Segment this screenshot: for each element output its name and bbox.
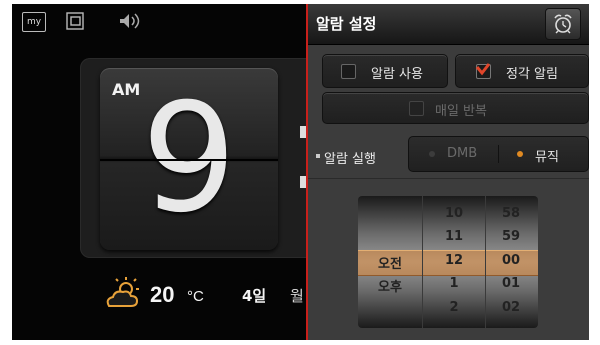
temperature: 20 <box>150 282 175 307</box>
speaker-icon[interactable] <box>118 12 142 30</box>
picker-item[interactable]: 12 <box>423 253 485 268</box>
partly-cloudy-icon <box>106 277 139 307</box>
picker-item[interactable]: 오전 <box>358 253 422 272</box>
bullet-icon <box>316 154 320 158</box>
hourly-alarm-checkbox[interactable] <box>475 63 491 79</box>
hourly-alarm-label: 정각 알림 <box>506 67 558 82</box>
checkmark-icon <box>475 63 491 76</box>
ampm-wheel[interactable]: 오전 오후 <box>358 196 422 328</box>
picker-item[interactable]: 02 <box>484 300 538 315</box>
hour-wheel[interactable]: 10 11 12 1 2 <box>422 196 486 328</box>
picker-item[interactable]: 오후 <box>358 276 422 295</box>
clock-area: my AM 9 20 °C 4일 월 <box>12 4 320 340</box>
screen: my AM 9 20 °C 4일 월 알람 설정 알람 사용 정각 알림 매일 … <box>12 4 589 340</box>
daily-repeat-checkbox[interactable] <box>409 101 424 116</box>
music-option[interactable]: 뮤직 <box>535 146 559 165</box>
flip-divider <box>100 159 278 161</box>
window-icon[interactable] <box>66 12 84 30</box>
dmb-option[interactable]: DMB <box>447 146 477 161</box>
panel-header: 알람 설정 <box>308 4 589 45</box>
panel-divider <box>306 4 308 340</box>
alarm-use-checkbox[interactable] <box>341 64 356 79</box>
date-label: 4일 <box>242 287 267 305</box>
alarm-run-label: 알람 실행 <box>324 152 376 167</box>
picker-item[interactable]: 2 <box>423 300 485 315</box>
picker-item[interactable]: 10 <box>423 206 485 221</box>
picker-item[interactable]: 11 <box>423 229 485 244</box>
picker-item[interactable]: 01 <box>484 276 538 291</box>
alarm-use-toggle[interactable]: 알람 사용 <box>322 54 448 88</box>
my-icon[interactable]: my <box>22 12 46 32</box>
alarm-clock-icon <box>554 14 572 34</box>
section-divider <box>308 178 589 179</box>
alarm-run-selector: DMB 뮤직 <box>408 136 589 172</box>
picker-item[interactable]: 59 <box>484 229 538 244</box>
picker-item[interactable]: 00 <box>484 253 538 268</box>
picker-item[interactable]: 58 <box>484 206 538 221</box>
temperature-unit: °C <box>187 288 204 305</box>
picker-item[interactable]: 1 <box>423 276 485 291</box>
time-picker[interactable]: 오전 오후 10 11 12 1 2 58 59 00 01 02 <box>358 196 538 328</box>
panel-title: 알람 설정 <box>316 15 377 33</box>
top-icon-bar: my <box>12 4 308 38</box>
weekday-label: 월 <box>290 287 304 305</box>
minute-wheel[interactable]: 58 59 00 01 02 <box>484 196 538 328</box>
alarm-clock-button[interactable] <box>545 8 581 40</box>
hourly-alarm-toggle[interactable]: 정각 알림 <box>455 54 589 88</box>
alarm-use-label: 알람 사용 <box>371 67 423 82</box>
music-radio[interactable] <box>517 151 523 157</box>
alarm-settings-panel: 알람 설정 알람 사용 정각 알림 매일 반복 알람 실행 DMB 뮤직 오전 … <box>308 4 589 340</box>
selector-divider <box>498 145 499 163</box>
daily-repeat-toggle[interactable]: 매일 반복 <box>322 92 589 124</box>
dmb-radio[interactable] <box>429 151 435 157</box>
weather-row: 20 °C 4일 월 <box>104 276 314 312</box>
daily-repeat-label: 매일 반복 <box>435 104 487 119</box>
